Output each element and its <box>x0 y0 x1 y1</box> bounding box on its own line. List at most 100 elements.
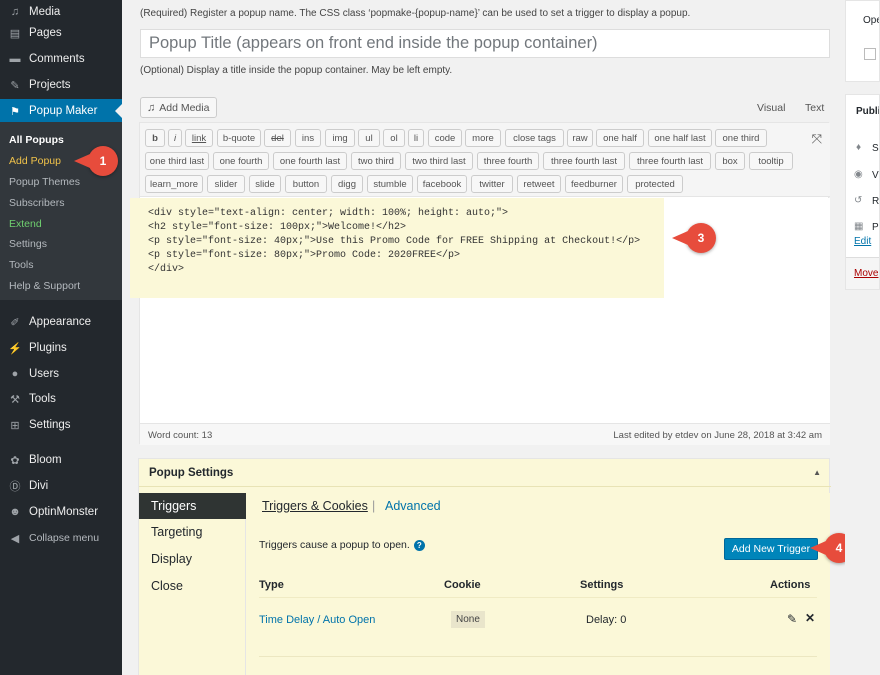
right-box-options: Ope <box>845 0 880 82</box>
qt-ins-button[interactable]: ins <box>295 129 321 147</box>
menu-pages[interactable]: ▤ Pages <box>0 21 122 45</box>
menu-comments[interactable]: ▬ Comments <box>0 47 122 71</box>
ps-tab-close[interactable]: Close <box>139 573 246 599</box>
menu-tools[interactable]: ⚒ Tools <box>0 387 122 411</box>
qt-ol-button[interactable]: ol <box>383 129 405 147</box>
trigger-type-link[interactable]: Time Delay / Auto Open <box>259 614 375 626</box>
revisions-label: R <box>872 196 880 207</box>
publish-date-label: P <box>872 222 879 233</box>
menu-plugins[interactable]: ⚡ Plugins <box>0 336 122 360</box>
qt-img-button[interactable]: img <box>325 129 355 147</box>
appearance-icon: ✐ <box>10 316 20 329</box>
qt-one-third-button[interactable]: one third <box>715 129 767 147</box>
popup-settings-header[interactable]: Popup Settings ▲ <box>139 459 831 487</box>
submenu-add-popup[interactable]: Add Popup <box>9 155 61 167</box>
qt-italic-button[interactable]: i <box>168 129 182 147</box>
qt-digg-button[interactable]: digg <box>331 175 363 193</box>
qt-ul-button[interactable]: ul <box>358 129 380 147</box>
qt-one-half-last-button[interactable]: one half last <box>648 129 712 147</box>
add-media-button[interactable]: ♫ Add Media <box>140 97 218 118</box>
qt-facebook-button[interactable]: facebook <box>417 175 467 193</box>
callout-badge-1: 1 <box>74 146 118 176</box>
qt-del-button[interactable]: del <box>264 129 291 147</box>
ps-tab-triggers[interactable]: Triggers <box>139 493 246 519</box>
submenu-help-support[interactable]: Help & Support <box>9 280 80 292</box>
menu-projects[interactable]: ✎ Projects <box>0 73 122 97</box>
menu-optinmonster[interactable]: ☻ OptinMonster <box>0 500 122 524</box>
visibility-label: V <box>872 170 879 181</box>
qt-raw-button[interactable]: raw <box>567 129 593 147</box>
ps-tab-targeting[interactable]: Targeting <box>139 519 246 545</box>
qt-box-button[interactable]: box <box>715 152 745 170</box>
add-new-trigger-button[interactable]: Add New Trigger <box>724 538 818 560</box>
subtab-advanced[interactable]: Advanced <box>385 499 441 513</box>
qt-stumble-button[interactable]: stumble <box>367 175 413 193</box>
qt-more-button[interactable]: more <box>465 129 501 147</box>
settings-icon: ⊞ <box>10 419 20 432</box>
tab-visual[interactable]: Visual <box>757 102 785 114</box>
delete-icon[interactable]: ✕ <box>805 611 815 625</box>
edit-pencil-icon[interactable]: ✎ <box>787 612 797 626</box>
qt-three-fourth-last-button[interactable]: three fourth last <box>543 152 625 170</box>
qt-three-fourth-button[interactable]: three fourth <box>477 152 539 170</box>
menu-divi[interactable]: Ⓓ Divi <box>0 474 122 498</box>
qt-feedburner-button[interactable]: feedburner <box>565 175 623 193</box>
menu-popup-maker[interactable]: ⚑ Popup Maker <box>0 99 122 123</box>
submenu-subscribers[interactable]: Subscribers <box>9 197 64 209</box>
trigger-settings-value: Delay: 0 <box>586 614 627 626</box>
subtab-triggers-cookies[interactable]: Triggers & Cookies <box>262 499 368 513</box>
qt-tooltip-button[interactable]: tooltip <box>749 152 793 170</box>
collapse-icon: ◀ <box>10 532 20 545</box>
option-checkbox[interactable] <box>864 48 876 60</box>
qt-slide-button[interactable]: slide <box>249 175 281 193</box>
qt-retweet-button[interactable]: retweet <box>517 175 561 193</box>
menu-users[interactable]: ● Users <box>0 362 122 386</box>
code-textarea[interactable]: <div style="text-align: center; width: 1… <box>130 198 830 423</box>
menu-settings[interactable]: ⊞ Settings <box>0 413 122 437</box>
qt-protected-button[interactable]: protected <box>627 175 683 193</box>
submenu-tools[interactable]: Tools <box>9 259 34 271</box>
qt-slider-button[interactable]: slider <box>207 175 245 193</box>
popup-name-help: (Required) Register a popup name. The CS… <box>140 8 691 19</box>
popup-title-input[interactable] <box>140 29 830 58</box>
edit-link[interactable]: Edit <box>854 236 871 247</box>
qt-one-fourth-last-button[interactable]: one fourth last <box>273 152 347 170</box>
users-icon: ● <box>11 368 19 380</box>
qt-learn-more-button[interactable]: learn_more <box>145 175 203 193</box>
revisions-icon: ↺ <box>854 195 863 206</box>
move-to-trash-link[interactable]: Move <box>854 268 878 279</box>
table-divider <box>259 656 817 657</box>
trigger-cookie-value: None <box>451 611 485 628</box>
qt-bquote-button[interactable]: b-quote <box>217 129 261 147</box>
menu-appearance[interactable]: ✐ Appearance <box>0 310 122 334</box>
qt-one-third-last-button[interactable]: one third last <box>145 152 209 170</box>
bloom-icon: ✿ <box>10 454 20 467</box>
submenu-popup-themes[interactable]: Popup Themes <box>9 176 80 188</box>
menu-bloom[interactable]: ✿ Bloom <box>0 448 122 472</box>
qt-code-button[interactable]: code <box>428 129 462 147</box>
qt-three-fourth-last-button-2[interactable]: three fourth last <box>629 152 711 170</box>
submenu-extend[interactable]: Extend <box>9 218 42 230</box>
qt-two-third-button[interactable]: two third <box>351 152 401 170</box>
submenu-settings[interactable]: Settings <box>9 238 47 250</box>
submenu-all-popups[interactable]: All Popups <box>9 134 64 146</box>
tab-text[interactable]: Text <box>805 102 824 114</box>
qt-button-button[interactable]: button <box>285 175 327 193</box>
qt-link-button[interactable]: link <box>185 129 213 147</box>
qt-two-third-last-button[interactable]: two third last <box>405 152 473 170</box>
qt-close-tags-button[interactable]: close tags <box>505 129 564 147</box>
collapse-arrow-icon[interactable]: ▲ <box>813 468 821 477</box>
ps-tab-display[interactable]: Display <box>139 546 246 572</box>
right-ope-label: Ope <box>863 15 879 26</box>
projects-icon: ✎ <box>10 79 20 92</box>
popup-settings-box: Popup Settings ▲ Triggers Targeting Disp… <box>138 458 831 675</box>
qt-bold-button[interactable]: b <box>145 129 165 147</box>
qt-one-fourth-button[interactable]: one fourth <box>213 152 269 170</box>
qt-twitter-button[interactable]: twitter <box>471 175 513 193</box>
qt-li-button[interactable]: li <box>408 129 424 147</box>
menu-collapse[interactable]: ◀ Collapse menu <box>0 526 122 550</box>
qt-one-half-button[interactable]: one half <box>596 129 644 147</box>
fullscreen-icon[interactable]: ⤧ <box>812 131 822 147</box>
editor: b i link b-quote del ins img ul ol li co… <box>130 122 830 445</box>
help-icon[interactable]: ? <box>413 539 425 551</box>
